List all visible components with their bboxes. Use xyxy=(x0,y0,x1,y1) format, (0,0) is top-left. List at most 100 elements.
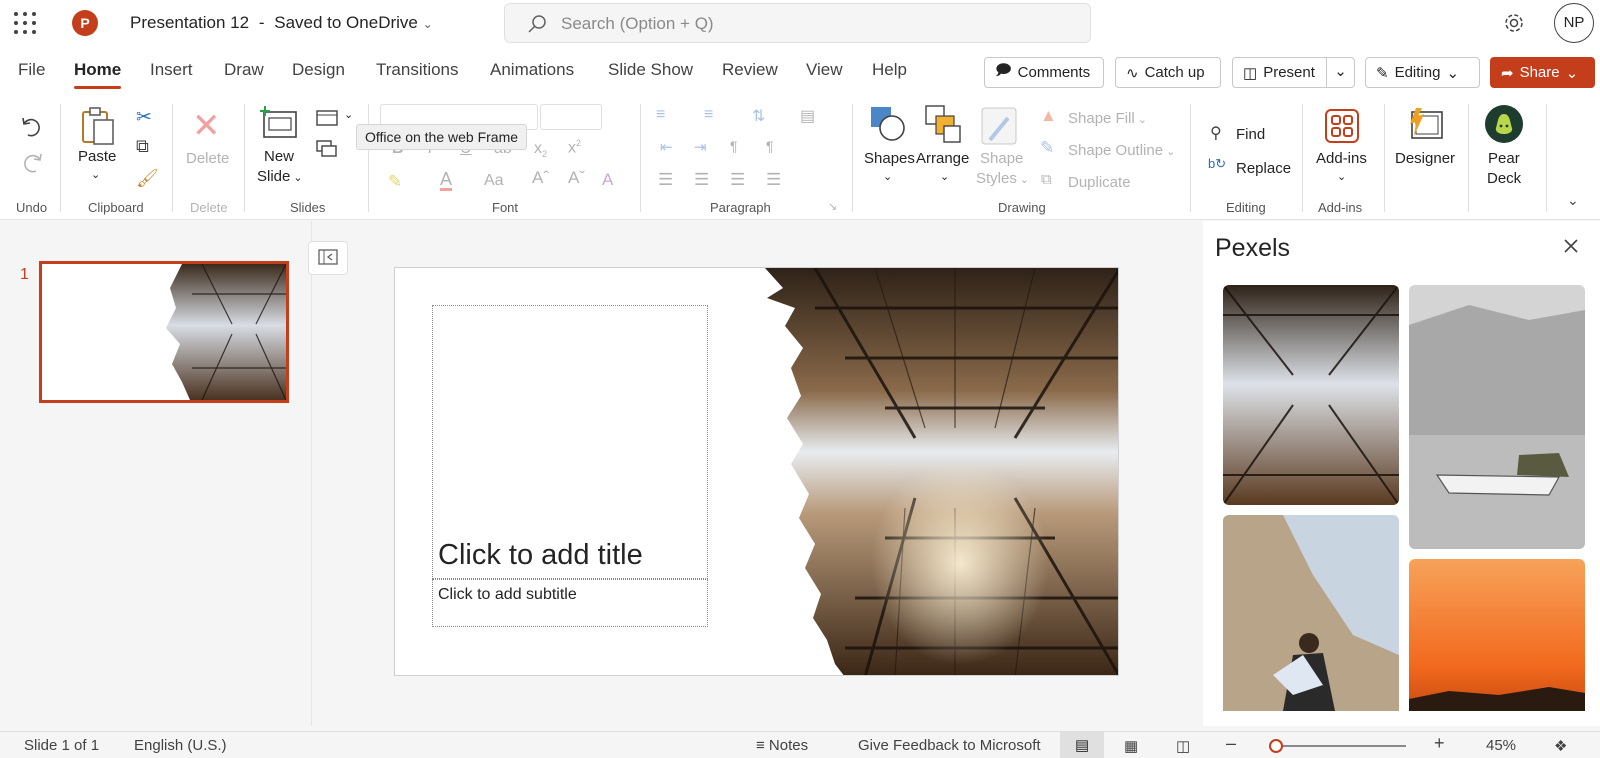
fit-to-window-icon[interactable]: ❖ xyxy=(1554,737,1567,755)
section-icon[interactable] xyxy=(316,140,338,158)
pexels-image-sunset[interactable] xyxy=(1409,559,1585,711)
tab-slide-show[interactable]: Slide Show xyxy=(608,60,693,80)
designer-label[interactable]: Designer xyxy=(1395,150,1455,167)
subscript-icon[interactable]: x2 xyxy=(534,140,547,159)
copy-icon[interactable]: ⧉ xyxy=(136,136,149,157)
highlight-icon[interactable]: ✎ xyxy=(388,172,402,192)
tab-review[interactable]: Review xyxy=(722,60,778,80)
tab-file[interactable]: File xyxy=(18,60,45,80)
dialog-launcher-icon[interactable]: ↘ xyxy=(828,200,837,213)
shapes-label[interactable]: Shapes xyxy=(864,150,915,167)
pexels-image-boat[interactable] xyxy=(1409,285,1585,549)
superscript-icon[interactable]: x2 xyxy=(568,138,581,157)
grow-font-icon[interactable]: Aˆ xyxy=(532,168,549,188)
close-icon[interactable] xyxy=(1563,238,1579,254)
pexels-image-building[interactable] xyxy=(1223,285,1399,505)
text-direction-icon[interactable]: ▤ xyxy=(800,106,815,126)
search-box[interactable]: Search (Option + Q) xyxy=(504,3,1091,43)
cut-icon[interactable]: ✂ xyxy=(136,106,152,129)
undo-icon[interactable] xyxy=(20,116,44,138)
tab-insert[interactable]: Insert xyxy=(150,60,193,80)
present-dropdown[interactable]: ⌄ xyxy=(1326,58,1354,87)
line-spacing-icon[interactable]: ⇅ xyxy=(752,106,765,126)
font-color-icon[interactable]: A xyxy=(440,170,453,191)
new-slide-label-2[interactable]: Slide ⌄ xyxy=(257,168,303,185)
shape-styles-icon[interactable] xyxy=(980,106,1018,146)
increase-indent-icon[interactable]: ⇥ xyxy=(694,138,707,156)
align-right-icon[interactable]: ☰ xyxy=(730,170,745,190)
justify-icon[interactable]: ☰ xyxy=(766,170,781,190)
shrink-font-icon[interactable]: Aˇ xyxy=(568,168,585,188)
normal-view-button[interactable]: ▤ xyxy=(1060,732,1104,758)
change-case-icon[interactable]: Aa xyxy=(484,172,504,190)
ribbon-expand-chevron-icon[interactable]: ⌄ xyxy=(1567,192,1579,209)
chevron-down-icon[interactable]: ⌄ xyxy=(91,168,100,181)
pear-deck-label-2[interactable]: Deck xyxy=(1487,170,1521,187)
shapes-icon[interactable] xyxy=(868,104,906,144)
designer-icon[interactable] xyxy=(1406,106,1444,142)
chevron-down-icon[interactable]: ⌄ xyxy=(344,108,353,121)
shape-styles-label-1[interactable]: Shape xyxy=(980,150,1023,167)
tab-view[interactable]: View xyxy=(806,60,843,80)
tab-animations[interactable]: Animations xyxy=(490,60,574,80)
slide-thumbnail[interactable] xyxy=(39,261,289,403)
tab-transitions[interactable]: Transitions xyxy=(376,60,459,80)
title-placeholder[interactable]: Click to add title xyxy=(432,305,708,579)
format-painter-icon[interactable]: 🖌 xyxy=(136,168,159,189)
slide-sorter-icon[interactable]: ▦ xyxy=(1124,737,1138,755)
tab-help[interactable]: Help xyxy=(872,60,907,80)
bullets-icon[interactable]: ≡ xyxy=(656,106,665,124)
add-ins-label[interactable]: Add-ins xyxy=(1316,150,1367,167)
add-ins-icon[interactable] xyxy=(1324,108,1360,144)
present-button[interactable]: ◫ Present ⌄ xyxy=(1232,57,1355,88)
arrange-icon[interactable] xyxy=(924,104,962,144)
pexels-image-person[interactable] xyxy=(1223,515,1399,711)
paste-label[interactable]: Paste xyxy=(78,148,116,165)
chevron-down-icon[interactable]: ⌄ xyxy=(940,170,949,183)
clear-formatting-icon[interactable]: A xyxy=(602,170,613,190)
chevron-down-icon[interactable]: ⌄ xyxy=(1337,170,1346,183)
reading-view-icon[interactable]: ◫ xyxy=(1176,737,1190,755)
pear-deck-icon[interactable] xyxy=(1484,104,1524,144)
shape-fill-button[interactable]: Shape Fill ⌄ xyxy=(1068,110,1147,127)
new-slide-icon[interactable] xyxy=(260,106,298,140)
language-indicator[interactable]: English (U.S.) xyxy=(134,737,227,754)
tab-design[interactable]: Design xyxy=(292,60,345,80)
chevron-down-icon[interactable]: ⌄ xyxy=(883,170,892,183)
find-button[interactable]: Find xyxy=(1236,126,1265,143)
shape-styles-label-2[interactable]: Styles ⌄ xyxy=(976,170,1029,187)
ltr-icon[interactable]: ¶ xyxy=(730,138,738,154)
align-left-icon[interactable]: ☰ xyxy=(658,170,673,190)
paste-icon[interactable] xyxy=(80,106,116,146)
collapse-pane-button[interactable] xyxy=(308,241,348,275)
rtl-icon[interactable]: ¶ xyxy=(766,138,774,154)
layout-icon[interactable] xyxy=(316,110,338,126)
user-avatar[interactable]: NP xyxy=(1554,3,1594,43)
align-center-icon[interactable]: ☰ xyxy=(694,170,709,190)
duplicate-button[interactable]: Duplicate xyxy=(1068,174,1131,191)
search-input[interactable]: Search (Option + Q) xyxy=(561,14,714,34)
tab-home[interactable]: Home xyxy=(74,60,122,89)
document-title[interactable]: Presentation 12 - Saved to OneDrive ⌄ xyxy=(130,13,433,33)
settings-gear-icon[interactable] xyxy=(1502,11,1526,35)
decrease-indent-icon[interactable]: ⇤ xyxy=(660,138,673,156)
font-size-box[interactable] xyxy=(540,104,602,130)
zoom-slider[interactable] xyxy=(1268,739,1406,753)
arrange-label[interactable]: Arrange xyxy=(916,150,969,167)
zoom-level[interactable]: 45% xyxy=(1486,737,1516,754)
zoom-slider-thumb[interactable] xyxy=(1268,739,1283,753)
new-slide-label-1[interactable]: New xyxy=(264,148,294,165)
replace-button[interactable]: Replace xyxy=(1236,160,1291,177)
redo-icon[interactable] xyxy=(20,152,44,174)
delete-button[interactable]: Delete xyxy=(186,150,229,167)
share-button[interactable]: ➦ Share ⌄ xyxy=(1490,57,1595,88)
catch-up-button[interactable]: ∿ Catch up xyxy=(1115,57,1221,88)
numbering-icon[interactable]: ≡ xyxy=(704,106,713,124)
subtitle-placeholder[interactable]: Click to add subtitle xyxy=(432,579,708,627)
notes-button[interactable]: ≡ Notes xyxy=(756,737,808,754)
zoom-out-button[interactable]: – xyxy=(1226,733,1236,754)
editing-mode-button[interactable]: ✎ Editing ⌄ xyxy=(1365,57,1480,88)
tab-draw[interactable]: Draw xyxy=(224,60,264,80)
zoom-in-button[interactable]: + xyxy=(1434,733,1445,754)
app-launcher-icon[interactable] xyxy=(14,12,36,34)
